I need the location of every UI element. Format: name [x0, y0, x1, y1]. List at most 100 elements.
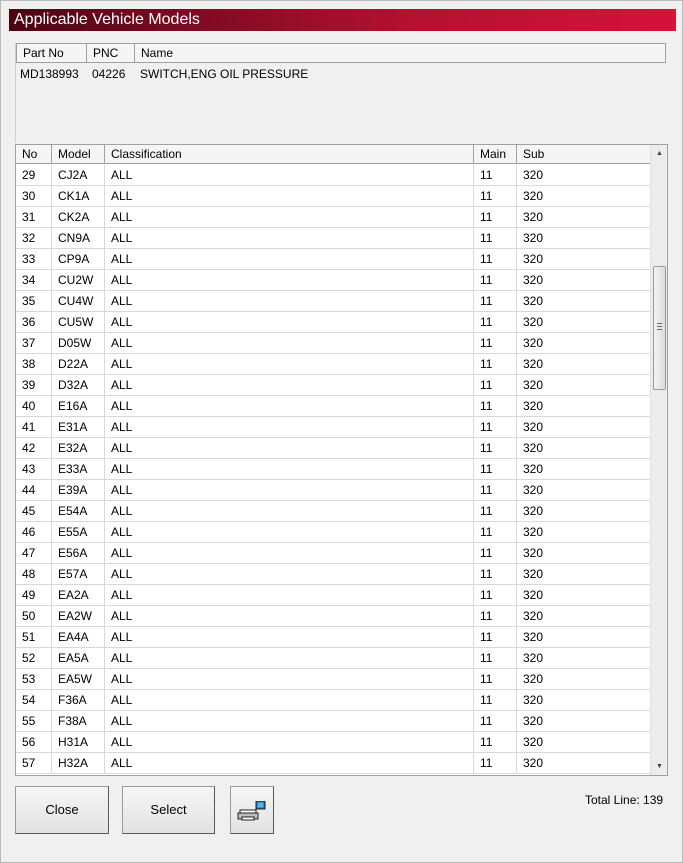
cell-classification: ALL — [105, 228, 474, 248]
table-row[interactable]: 54 F36A ALL 11 320 — [16, 690, 650, 711]
close-button[interactable]: Close — [15, 786, 109, 834]
cell-sub: 320 — [523, 651, 544, 665]
cell-model: CK1A — [52, 186, 105, 206]
column-header-no[interactable]: No — [16, 145, 52, 164]
cell-sub: 320 — [523, 294, 544, 308]
cell-no: 32 — [16, 228, 52, 248]
cell-sub: 320 — [523, 252, 544, 266]
scroll-up-arrow-icon[interactable]: ▲ — [651, 145, 667, 162]
cell-model: D22A — [52, 354, 105, 374]
cell-model: D05W — [52, 333, 105, 353]
cell-no: 57 — [16, 753, 52, 773]
table-row[interactable]: 47 E56A ALL 11 320 — [16, 543, 650, 564]
table-row[interactable]: 40 E16A ALL 11 320 — [16, 396, 650, 417]
table-row[interactable]: 43 E33A ALL 11 320 — [16, 459, 650, 480]
column-header-sub[interactable]: Sub — [517, 145, 650, 164]
cell-classification: ALL — [105, 606, 474, 626]
cell-sub: 320 — [523, 357, 544, 371]
table-row[interactable]: 51 EA4A ALL 11 320 — [16, 627, 650, 648]
table-row[interactable]: 41 E31A ALL 11 320 — [16, 417, 650, 438]
cell-model: E16A — [52, 396, 105, 416]
cell-model: EA2W — [52, 606, 105, 626]
cell-no: 29 — [16, 165, 52, 185]
table-row[interactable]: 53 EA5W ALL 11 320 — [16, 669, 650, 690]
scrollbar-thumb[interactable] — [653, 265, 666, 390]
part-no-value: MD138993 — [20, 67, 79, 81]
cell-model: CU2W — [52, 270, 105, 290]
print-button[interactable] — [230, 786, 274, 834]
table-row[interactable]: 34 CU2W ALL 11 320 — [16, 270, 650, 291]
table-row[interactable]: 57 H32A ALL 11 320 — [16, 753, 650, 774]
part-name-value: SWITCH,ENG OIL PRESSURE — [140, 67, 309, 81]
column-header-main[interactable]: Main — [474, 145, 517, 164]
cell-model: EA5A — [52, 648, 105, 668]
table-row[interactable]: 55 F38A ALL 11 320 — [16, 711, 650, 732]
column-header-pnc[interactable]: PNC — [87, 44, 135, 62]
table-row[interactable]: 48 E57A ALL 11 320 — [16, 564, 650, 585]
cell-sub: 320 — [523, 693, 544, 707]
column-header-name[interactable]: Name — [135, 44, 665, 62]
cell-sub: 320 — [523, 588, 544, 602]
table-row[interactable]: 30 CK1A ALL 11 320 — [16, 186, 650, 207]
table-row[interactable]: 45 E54A ALL 11 320 — [16, 501, 650, 522]
table-row[interactable]: 31 CK2A ALL 11 320 — [16, 207, 650, 228]
cell-no: 44 — [16, 480, 52, 500]
cell-classification: ALL — [105, 207, 474, 227]
cell-model: EA2A — [52, 585, 105, 605]
models-table-body: 29 CJ2A ALL 11 320 30 CK1A ALL 11 320 31 CK2A ALL 11 3… — [16, 165, 650, 774]
printer-icon — [237, 801, 266, 821]
cell-main: 11 — [474, 165, 517, 185]
cell-main: 11 — [474, 249, 517, 269]
cell-sub: 320 — [523, 315, 544, 329]
table-row[interactable]: 52 EA5A ALL 11 320 — [16, 648, 650, 669]
cell-main: 11 — [474, 543, 517, 563]
table-row[interactable]: 33 CP9A ALL 11 320 — [16, 249, 650, 270]
table-row[interactable]: 36 CU5W ALL 11 320 — [16, 312, 650, 333]
cell-sub: 320 — [523, 672, 544, 686]
cell-sub: 320 — [523, 378, 544, 392]
cell-classification: ALL — [105, 270, 474, 290]
cell-no: 48 — [16, 564, 52, 584]
vertical-scrollbar[interactable]: ▲ ▼ — [650, 145, 667, 775]
table-row[interactable]: 44 E39A ALL 11 320 — [16, 480, 650, 501]
vehicle-models-table: No Model Classification Main Sub 29 CJ2A A… — [15, 144, 668, 776]
cell-sub: 320 — [523, 336, 544, 350]
cell-model: H31A — [52, 732, 105, 752]
table-row[interactable]: 46 E55A ALL 11 320 — [16, 522, 650, 543]
table-row[interactable]: 42 E32A ALL 11 320 — [16, 438, 650, 459]
select-button[interactable]: Select — [122, 786, 215, 834]
cell-main: 11 — [474, 270, 517, 290]
cell-model: CU4W — [52, 291, 105, 311]
cell-model: CJ2A — [52, 165, 105, 185]
table-row[interactable]: 50 EA2W ALL 11 320 — [16, 606, 650, 627]
table-row[interactable]: 29 CJ2A ALL 11 320 — [16, 165, 650, 186]
cell-classification: ALL — [105, 312, 474, 332]
cell-model: E33A — [52, 459, 105, 479]
part-info-panel: Part No PNC Name MD138993 04226 SWITCH,E… — [15, 43, 666, 143]
cell-main: 11 — [474, 291, 517, 311]
cell-sub: 320 — [523, 168, 544, 182]
cell-classification: ALL — [105, 186, 474, 206]
column-header-model[interactable]: Model — [52, 145, 105, 164]
cell-model: CU5W — [52, 312, 105, 332]
cell-sub: 320 — [523, 420, 544, 434]
table-row[interactable]: 37 D05W ALL 11 320 — [16, 333, 650, 354]
cell-no: 45 — [16, 501, 52, 521]
table-row[interactable]: 32 CN9A ALL 11 320 — [16, 228, 650, 249]
table-row[interactable]: 39 D32A ALL 11 320 — [16, 375, 650, 396]
cell-model: CK2A — [52, 207, 105, 227]
cell-main: 11 — [474, 585, 517, 605]
cell-sub: 320 — [523, 483, 544, 497]
cell-model: CN9A — [52, 228, 105, 248]
scroll-down-arrow-icon[interactable]: ▼ — [651, 758, 667, 775]
cell-main: 11 — [474, 375, 517, 395]
column-header-part-no[interactable]: Part No — [17, 44, 87, 62]
cell-main: 11 — [474, 648, 517, 668]
total-line-count: Total Line: 139 — [585, 793, 664, 807]
cell-classification: ALL — [105, 417, 474, 437]
table-row[interactable]: 49 EA2A ALL 11 320 — [16, 585, 650, 606]
column-header-classification[interactable]: Classification — [105, 145, 474, 164]
table-row[interactable]: 56 H31A ALL 11 320 — [16, 732, 650, 753]
table-row[interactable]: 38 D22A ALL 11 320 — [16, 354, 650, 375]
table-row[interactable]: 35 CU4W ALL 11 320 — [16, 291, 650, 312]
